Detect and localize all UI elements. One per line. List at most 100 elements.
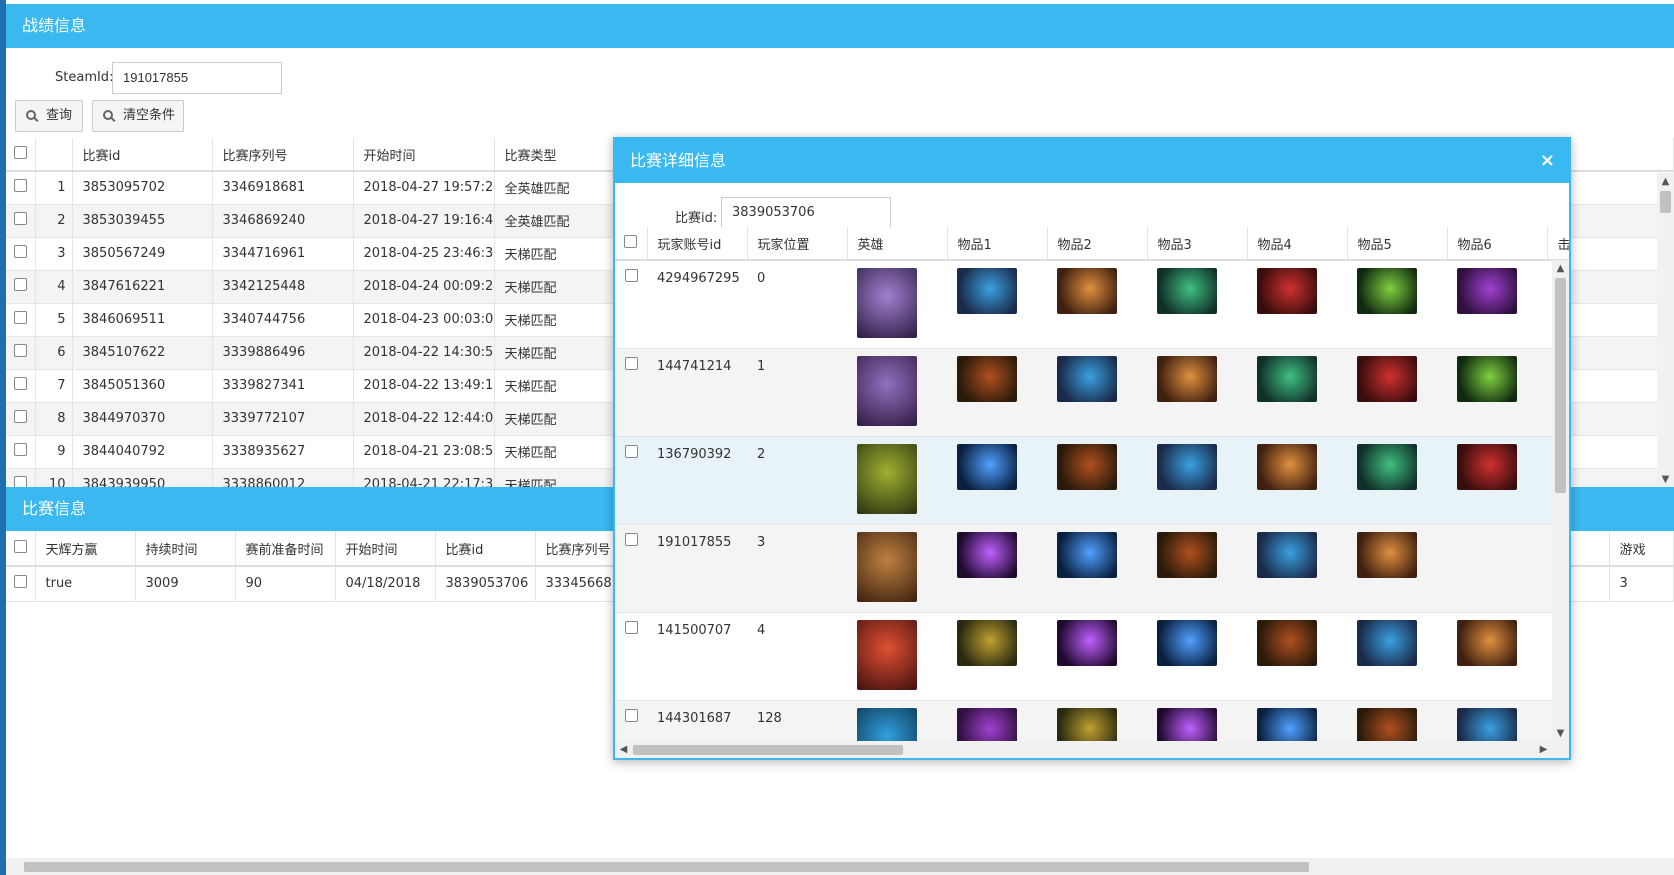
match-info-select-all-checkbox[interactable] (13, 539, 27, 553)
scroll-thumb[interactable] (633, 745, 903, 755)
row-checkbox[interactable] (624, 620, 638, 634)
cell-match-id: 3847616221 (72, 270, 213, 304)
item-5-icon (1357, 531, 1417, 578)
item-5-icon (1357, 268, 1417, 314)
app-root: 战绩信息 SteamId: 191017855 查询 清空条件 比赛id 比赛序… (0, 0, 1674, 875)
clear-conditions-button[interactable]: 清空条件 (92, 100, 184, 132)
col-hero[interactable]: 英雄 (847, 227, 948, 261)
detail-select-all-checkbox[interactable] (624, 234, 638, 248)
cell-match-id: 3846069511 (72, 303, 213, 337)
scroll-thumb[interactable] (24, 862, 1309, 872)
cell-match-seq: 3346918681 (212, 171, 354, 205)
table-row[interactable]: 4294967295 0 (615, 260, 1569, 349)
col-item4[interactable]: 物品4 (1247, 227, 1348, 261)
col-item1[interactable]: 物品1 (947, 227, 1048, 261)
col-kills[interactable]: 击 (1547, 227, 1569, 261)
item-5-icon (1357, 443, 1417, 490)
steamid-input[interactable]: 191017855 (112, 62, 282, 94)
col-item3[interactable]: 物品3 (1147, 227, 1248, 261)
cell-start-time: 2018-04-22 14:30:52 (353, 336, 495, 370)
row-checkbox[interactable] (624, 269, 638, 282)
row-checkbox[interactable] (624, 444, 638, 458)
page-horizontal-scrollbar[interactable] (6, 858, 1674, 875)
scroll-down-icon[interactable]: ▼ (1657, 471, 1674, 488)
cell-player-slot: 0 (747, 260, 847, 349)
scroll-left-icon[interactable]: ◀ (615, 741, 632, 758)
scroll-down-icon[interactable]: ▼ (1552, 725, 1569, 742)
row-checkbox[interactable] (13, 311, 27, 324)
col-item5[interactable]: 物品5 (1347, 227, 1448, 261)
item-5-icon (1357, 619, 1417, 666)
col-duration[interactable]: 持续时间 (135, 531, 236, 567)
item-4-icon (1257, 268, 1317, 314)
row-checkbox[interactable] (624, 708, 638, 722)
cell-start-time: 2018-04-24 00:09:24 (353, 270, 495, 304)
dialog-vertical-scrollbar[interactable]: ▲ ▼ (1552, 260, 1569, 742)
col-match-seq[interactable]: 比赛序列号 (212, 138, 354, 172)
dialog-horizontal-scrollbar[interactable]: ◀ ▶ (615, 741, 1569, 758)
col-account-id[interactable]: 玩家账号id (647, 227, 748, 261)
cell-match-id: 3844970370 (72, 402, 213, 436)
list-vertical-scrollbar[interactable]: ▲ ▼ (1657, 173, 1674, 488)
row-checkbox[interactable] (624, 532, 638, 546)
cell-radiant-win: true (35, 566, 136, 602)
item-6-icon (1457, 443, 1517, 490)
scroll-up-icon[interactable]: ▲ (1552, 260, 1569, 277)
scroll-right-icon[interactable]: ▶ (1535, 741, 1552, 758)
col-item2[interactable]: 物品2 (1047, 227, 1148, 261)
close-icon[interactable]: × (1540, 139, 1555, 183)
row-checkbox[interactable] (624, 356, 638, 370)
row-checkbox[interactable] (13, 212, 27, 225)
col-start-time[interactable]: 开始时间 (353, 138, 495, 172)
row-checkbox[interactable] (13, 344, 27, 357)
cell-match-id: 3845107622 (72, 336, 213, 370)
cell-match-id: 3839053706 (435, 566, 536, 602)
cell-match-seq: 3340744756 (212, 303, 354, 337)
scroll-thumb[interactable] (1660, 191, 1671, 213)
cell-account-id: 144741214 (647, 348, 747, 437)
cell-match-seq: 3338860012 (212, 468, 354, 488)
item-4-icon (1257, 355, 1317, 402)
table-row[interactable]: 191017855 3 (615, 524, 1569, 613)
row-checkbox[interactable] (13, 410, 27, 423)
item-2-icon (1057, 268, 1117, 314)
hero-portrait-icon (857, 619, 917, 690)
row-checkbox[interactable] (13, 575, 27, 589)
item-4-icon (1257, 531, 1317, 578)
record-panel-title: 战绩信息 (6, 4, 1674, 48)
table-row[interactable]: 144741214 1 (615, 348, 1569, 437)
row-number: 2 (35, 204, 73, 238)
row-checkbox[interactable] (13, 278, 27, 291)
col-player-slot[interactable]: 玩家位置 (747, 227, 848, 261)
row-checkbox[interactable] (13, 377, 27, 390)
col-item6[interactable]: 物品6 (1447, 227, 1548, 261)
col-info-match-id[interactable]: 比赛id (435, 531, 536, 567)
select-all-checkbox[interactable] (13, 145, 27, 159)
row-checkbox[interactable] (13, 245, 27, 258)
cell-player-slot: 128 (747, 700, 847, 742)
cell-player-slot: 1 (747, 348, 847, 437)
player-detail-grid: 玩家账号id 玩家位置 英雄 物品1 物品2 物品3 物品4 物品5 物品6 击… (615, 227, 1569, 742)
match-id-input[interactable]: 3839053706 (721, 197, 891, 229)
cell-duration: 3009 (135, 566, 236, 602)
table-row[interactable]: 144301687 128 (615, 700, 1569, 742)
row-number: 10 (35, 468, 73, 488)
query-button-label: 查询 (46, 108, 73, 123)
col-info-start-time[interactable]: 开始时间 (335, 531, 436, 567)
row-number: 1 (35, 171, 73, 205)
col-match-id[interactable]: 比赛id (72, 138, 213, 172)
scroll-up-icon[interactable]: ▲ (1657, 173, 1674, 190)
table-row[interactable]: 136790392 2 (615, 436, 1569, 525)
row-checkbox[interactable] (13, 179, 27, 193)
table-row[interactable]: 141500707 4 (615, 612, 1569, 701)
col-radiant-win[interactable]: 天辉方赢 (35, 531, 136, 567)
col-prep-time[interactable]: 赛前准备时间 (235, 531, 336, 567)
scroll-thumb[interactable] (1555, 278, 1566, 493)
item-5-icon (1357, 707, 1417, 742)
row-checkbox[interactable] (13, 443, 27, 456)
item-1-icon (957, 355, 1017, 402)
cell-account-id: 4294967295 (647, 260, 747, 349)
query-button[interactable]: 查询 (15, 100, 83, 132)
col-game[interactable]: 游戏 (1609, 531, 1674, 567)
match-id-label: 比赛id: (675, 211, 718, 226)
